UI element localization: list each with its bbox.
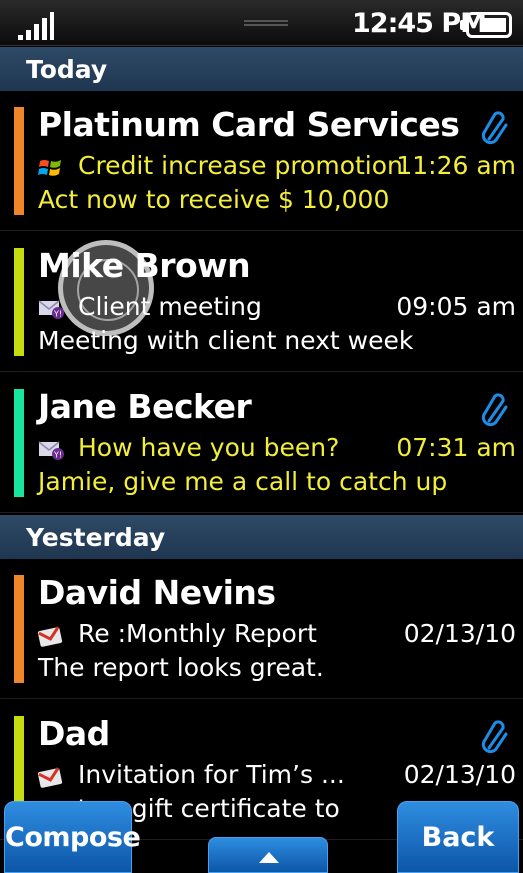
signal-strength-icon: [18, 12, 54, 40]
section-title: Today: [26, 55, 108, 84]
section-header-yesterday: Yesterday: [0, 515, 523, 559]
message-time: 09:05 am: [396, 292, 516, 321]
scroll-up-button[interactable]: [208, 837, 328, 873]
paperclip-icon: [481, 111, 508, 145]
message-row[interactable]: Platinum Card Services Credit increase p…: [0, 91, 523, 231]
message-preview: The report looks great.: [38, 653, 324, 682]
chevron-up-icon: [259, 852, 279, 863]
priority-stripe: [14, 389, 24, 497]
gmail-icon: [38, 626, 63, 647]
message-preview: Jamie, give me a call to catch up: [38, 467, 448, 496]
message-time: 07:31 am: [396, 433, 516, 462]
compose-button[interactable]: Compose: [4, 801, 141, 873]
battery-icon: [460, 12, 512, 38]
back-button[interactable]: Back: [397, 801, 519, 873]
svg-text:Y!: Y!: [53, 310, 62, 319]
message-subject: Credit increase promotion: [78, 151, 403, 180]
priority-stripe: [14, 575, 24, 683]
message-subject: How have you been?: [78, 433, 340, 462]
message-preview: Act now to receive $ 10,000: [38, 185, 390, 214]
message-sender: Dad: [38, 714, 110, 753]
paperclip-icon: [481, 720, 508, 754]
section-header-today: Today: [0, 47, 523, 91]
message-sender: Jane Becker: [38, 387, 252, 426]
windows-logo-icon: [38, 160, 61, 176]
touch-indicator: [58, 240, 154, 336]
message-row[interactable]: David Nevins Re :Monthly Report 02/13/10…: [0, 559, 523, 699]
priority-stripe: [14, 248, 24, 356]
message-row[interactable]: Jane Becker Y! How have you been? 07:31 …: [0, 373, 523, 513]
message-time: 11:26 am: [396, 151, 516, 180]
gmail-icon: [38, 767, 63, 788]
message-time: 02/13/10: [403, 619, 516, 648]
notification-grabber[interactable]: [244, 20, 288, 26]
svg-text:Y!: Y!: [53, 451, 62, 460]
message-subject: Invitation for Tim’s ...: [78, 760, 345, 789]
message-sender: Platinum Card Services: [38, 105, 460, 144]
section-title: Yesterday: [26, 523, 166, 552]
message-subject: Re :Monthly Report: [78, 619, 317, 648]
paperclip-icon: [481, 393, 508, 427]
priority-stripe: [14, 107, 24, 215]
message-sender: David Nevins: [38, 573, 276, 612]
yahoo-mail-icon: Y!: [38, 441, 64, 460]
message-time: 02/13/10: [403, 760, 516, 789]
status-bar: 12:45 PM: [0, 0, 523, 46]
